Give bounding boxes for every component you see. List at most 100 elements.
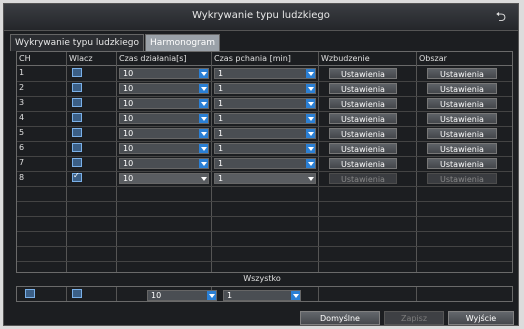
all-enable-checkbox[interactable] [72,289,82,298]
area-settings-button[interactable]: Ustawienia [427,158,497,169]
duration-dropdown[interactable]: 10 [119,143,209,154]
push-dropdown[interactable]: 1 [214,68,316,79]
duration-dropdown[interactable]: 10 [119,113,209,124]
push-value: 1 [218,174,224,183]
header-push: Czas pchania [min] [214,54,291,63]
push-value: 1 [218,159,224,168]
duration-value: 10 [123,159,134,168]
chevron-down-icon [291,291,300,300]
trigger-settings-button[interactable]: Ustawienia [329,158,397,169]
chevron-down-icon [306,174,315,183]
trigger-settings-button[interactable]: Ustawienia [329,143,397,154]
table-row: 2 10 1 Ustawienia Ustawienia [17,81,512,96]
push-value: 1 [218,69,224,78]
channel-number: 4 [19,113,25,122]
channel-number: 1 [19,68,25,77]
trigger-settings-button[interactable]: Ustawienia [329,68,397,79]
area-settings-button[interactable]: Ustawienia [427,98,497,109]
area-settings-button[interactable]: Ustawienia [427,68,497,79]
table-row: 1 10 1 Ustawienia Ustawienia [17,66,512,81]
table-row: 5 10 1 Ustawienia Ustawienia [17,126,512,141]
all-select-checkbox[interactable] [25,289,35,298]
chevron-down-icon [199,69,208,78]
duration-dropdown[interactable]: 10 [119,128,209,139]
duration-value: 10 [123,114,134,123]
push-dropdown[interactable]: 1 [214,83,316,94]
chevron-down-icon [207,291,216,300]
chevron-down-icon [306,159,315,168]
duration-dropdown[interactable]: 10 [119,68,209,79]
default-button[interactable]: Domyślne [300,311,380,325]
push-dropdown[interactable]: 1 [214,113,316,124]
enable-checkbox[interactable] [72,158,82,167]
push-value: 1 [218,84,224,93]
area-settings-button[interactable]: Ustawienia [427,173,497,184]
trigger-settings-button[interactable]: Ustawienia [329,83,397,94]
window-title: Wykrywanie typu ludzkiego [192,10,330,21]
header-area: Obszar [419,54,447,63]
tab-human-detection[interactable]: Wykrywanie typu ludzkiego [10,34,145,51]
all-duration-dropdown[interactable]: 10 [147,290,217,301]
channel-number: 7 [19,158,25,167]
push-value: 1 [218,144,224,153]
chevron-down-icon [306,84,315,93]
push-dropdown[interactable]: 1 [214,158,316,169]
header-trigger: Wzbudzenie [321,54,370,63]
push-value: 1 [218,129,224,138]
save-button[interactable]: Zapisz [384,311,444,325]
header-ch: CH [19,54,31,63]
header-duration: Czas działania[s] [119,54,187,63]
channel-number: 5 [19,128,25,137]
channel-number: 3 [19,98,25,107]
trigger-settings-button[interactable]: Ustawienia [329,113,397,124]
trigger-settings-button[interactable]: Ustawienia [329,98,397,109]
enable-checkbox[interactable] [72,171,82,182]
push-dropdown[interactable]: 1 [214,143,316,154]
tab-schedule[interactable]: Harmonogram [145,34,221,51]
chevron-down-icon [199,144,208,153]
all-push-dropdown[interactable]: 1 [223,290,301,301]
chevron-down-icon [199,84,208,93]
enable-checkbox[interactable] [72,113,82,122]
duration-value: 10 [123,69,134,78]
chevron-down-icon [199,99,208,108]
push-value: 1 [218,99,224,108]
return-arrow-icon[interactable]: ⮌ [496,8,506,30]
duration-value: 10 [123,129,134,138]
channel-number: 2 [19,83,25,92]
all-channels-row: 10 1 [16,286,513,302]
push-value: 1 [218,114,224,123]
area-settings-button[interactable]: Ustawienia [427,83,497,94]
duration-value: 10 [123,84,134,93]
duration-dropdown[interactable]: 10 [119,158,209,169]
duration-dropdown[interactable]: 10 [119,83,209,94]
duration-dropdown[interactable]: 10 [119,173,209,184]
push-dropdown[interactable]: 1 [214,98,316,109]
channel-table: CH Wlacz Czas działania[s] Czas pchania … [16,51,513,273]
enable-checkbox[interactable] [72,68,82,77]
duration-value: 10 [123,144,134,153]
all-label: Wszystko [243,274,281,283]
table-row: 4 10 1 Ustawienia Ustawienia [17,111,512,126]
trigger-settings-button[interactable]: Ustawienia [329,173,397,184]
chevron-down-icon [306,69,315,78]
area-settings-button[interactable]: Ustawienia [427,128,497,139]
enable-checkbox[interactable] [72,83,82,92]
trigger-settings-button[interactable]: Ustawienia [329,128,397,139]
enable-checkbox[interactable] [72,98,82,107]
push-dropdown[interactable]: 1 [214,128,316,139]
duration-dropdown[interactable]: 10 [119,98,209,109]
enable-checkbox[interactable] [72,143,82,152]
table-row: 8 10 1 Ustawienia Ustawienia [17,171,512,186]
table-row: 6 10 1 Ustawienia Ustawienia [17,141,512,156]
area-settings-button[interactable]: Ustawienia [427,143,497,154]
enable-checkbox[interactable] [72,128,82,137]
tab-bar: Wykrywanie typu ludzkiego Harmonogram [10,34,221,51]
exit-button[interactable]: Wyjście [448,311,514,325]
channel-number: 6 [19,143,25,152]
chevron-down-icon [306,129,315,138]
chevron-down-icon [199,159,208,168]
push-dropdown[interactable]: 1 [214,173,316,184]
area-settings-button[interactable]: Ustawienia [427,113,497,124]
chevron-down-icon [199,129,208,138]
